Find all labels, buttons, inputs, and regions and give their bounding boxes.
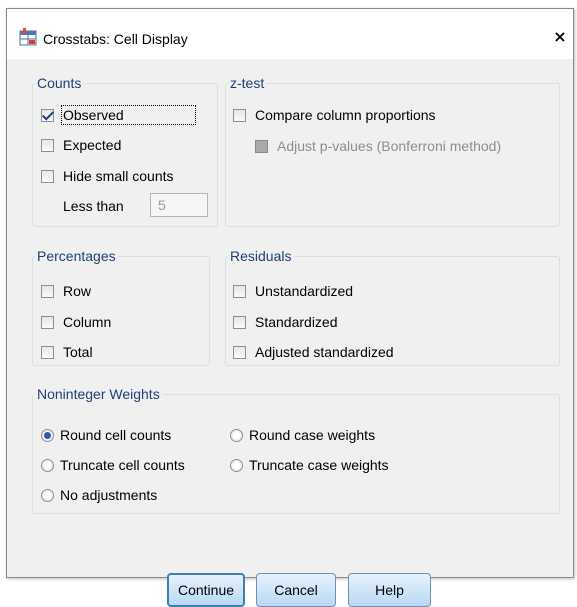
- row-percent-checkbox[interactable]: [41, 284, 54, 298]
- less-than-input[interactable]: 5: [150, 193, 208, 217]
- truncate-case-weights-label: Truncate case weights: [249, 457, 389, 473]
- row-percent-label: Row: [63, 283, 92, 299]
- window-title: Crosstabs: Cell Display: [43, 31, 188, 47]
- dialog-body: Counts Observed Expected Hide small coun…: [7, 59, 573, 607]
- column-percent-label: Column: [63, 314, 112, 330]
- adjusted-standardized-row[interactable]: Adjusted standardized: [233, 344, 394, 360]
- truncate-cell-counts-row[interactable]: Truncate cell counts: [41, 457, 185, 473]
- adjust-pvalues-checkbox: [255, 139, 268, 153]
- hide-small-counts-label: Hide small counts: [63, 168, 174, 184]
- total-percent-checkbox[interactable]: [41, 345, 54, 359]
- hide-small-counts-row[interactable]: Hide small counts: [41, 168, 174, 184]
- adjusted-standardized-label: Adjusted standardized: [255, 344, 394, 360]
- close-icon[interactable]: ×: [551, 28, 569, 46]
- cancel-button[interactable]: Cancel: [256, 573, 336, 607]
- total-percent-label: Total: [63, 344, 93, 360]
- expected-label: Expected: [63, 137, 122, 153]
- ztest-legend: z-test: [230, 75, 265, 91]
- unstandardized-row[interactable]: Unstandardized: [233, 283, 353, 299]
- percentages-legend: Percentages: [37, 248, 116, 264]
- standardized-row[interactable]: Standardized: [233, 314, 338, 330]
- residuals-legend: Residuals: [230, 248, 292, 264]
- standardized-checkbox[interactable]: [233, 315, 246, 329]
- round-case-weights-row[interactable]: Round case weights: [230, 427, 375, 443]
- truncate-cell-counts-label: Truncate cell counts: [60, 457, 185, 473]
- compare-column-proportions-label: Compare column proportions: [255, 107, 436, 123]
- no-adjustments-row[interactable]: No adjustments: [41, 487, 157, 503]
- expected-checkbox[interactable]: [41, 138, 54, 152]
- column-percent-checkbox[interactable]: [41, 315, 54, 329]
- no-adjustments-label: No adjustments: [60, 487, 158, 503]
- counts-legend: Counts: [37, 75, 82, 91]
- total-percent-row[interactable]: Total: [41, 344, 93, 360]
- truncate-case-weights-row[interactable]: Truncate case weights: [230, 457, 389, 473]
- observed-checkbox-row[interactable]: Observed: [41, 105, 196, 125]
- unstandardized-checkbox[interactable]: [233, 284, 246, 298]
- truncate-case-weights-radio[interactable]: [230, 458, 243, 472]
- adjust-pvalues-label: Adjust p-values (Bonferroni method): [277, 138, 502, 154]
- compare-column-proportions-row[interactable]: Compare column proportions: [233, 107, 436, 123]
- expected-checkbox-row[interactable]: Expected: [41, 137, 121, 153]
- observed-label: Observed: [61, 105, 196, 125]
- row-percent-row[interactable]: Row: [41, 283, 91, 299]
- noninteger-weights-legend: Noninteger Weights: [37, 386, 160, 402]
- unstandardized-label: Unstandardized: [255, 283, 354, 299]
- compare-column-proportions-checkbox[interactable]: [233, 108, 246, 122]
- title-bar[interactable]: Crosstabs: Cell Display ×: [7, 9, 573, 59]
- hide-small-counts-checkbox[interactable]: [41, 169, 54, 183]
- crosstabs-cell-display-dialog: Crosstabs: Cell Display × Counts Observe…: [6, 8, 574, 607]
- truncate-cell-counts-radio[interactable]: [41, 458, 54, 472]
- help-button[interactable]: Help: [348, 573, 431, 607]
- standardized-label: Standardized: [255, 314, 338, 330]
- round-cell-counts-label: Round cell counts: [60, 427, 172, 443]
- round-case-weights-label: Round case weights: [249, 427, 376, 443]
- less-than-label: Less than: [63, 198, 124, 214]
- crosstabs-app-icon: [19, 28, 37, 46]
- round-cell-counts-row[interactable]: Round cell counts: [41, 427, 171, 443]
- round-cell-counts-radio[interactable]: [41, 428, 54, 442]
- adjust-pvalues-row: Adjust p-values (Bonferroni method): [255, 138, 501, 154]
- observed-checkbox[interactable]: [41, 108, 54, 122]
- round-case-weights-radio[interactable]: [230, 428, 243, 442]
- adjusted-standardized-checkbox[interactable]: [233, 345, 246, 359]
- continue-button[interactable]: Continue: [167, 573, 245, 607]
- no-adjustments-radio[interactable]: [41, 488, 54, 502]
- column-percent-row[interactable]: Column: [41, 314, 111, 330]
